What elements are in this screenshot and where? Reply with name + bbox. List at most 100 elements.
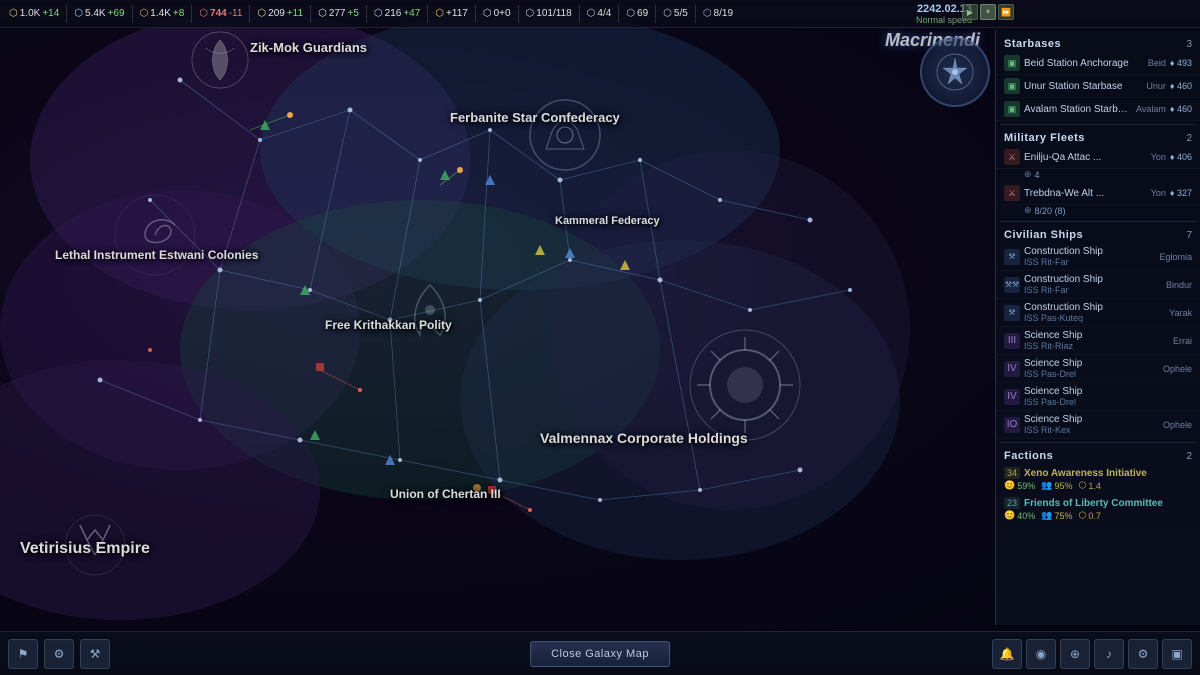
flag-button[interactable]: ⚑: [8, 639, 38, 669]
energy-delta: +14: [42, 8, 59, 19]
starbase-row-beid[interactable]: ▣ Beid Station Anchorage Beid ♦ 493: [996, 52, 1200, 75]
resource-unity: ⬡ 216 +47: [369, 8, 425, 19]
fast-forward-button[interactable]: ⏩: [998, 4, 1014, 20]
fleet-row-enilju[interactable]: ⚔ Enilju-Qa Attac ... Yon ♦ 406: [996, 146, 1200, 169]
unity-delta: +47: [403, 8, 420, 19]
resource-fleets: ⬡ 69: [621, 8, 653, 19]
fleet-value-trebdna: ♦ 327: [1170, 188, 1192, 198]
faction-approval-xeno: 😊59%: [1004, 480, 1035, 491]
construction-ship-name-2: ISS Rit-Far: [1024, 285, 1162, 295]
empire-label-valmennax: Valmennax Corporate Holdings: [540, 430, 748, 446]
construction-ship-name-3: ISS Pas-Kuteq: [1024, 313, 1165, 323]
consumer-value: 209: [268, 8, 285, 19]
fleet-sub-icon-enilju: ⊕: [1024, 169, 1032, 180]
bottom-left-icons: ⚑ ⚙ ⚒: [8, 639, 110, 669]
play-button[interactable]: ▶: [962, 4, 978, 20]
science-ship-name-2: ISS Pas-Drel: [1024, 369, 1159, 379]
close-galaxy-map-button[interactable]: Close Galaxy Map: [530, 641, 670, 667]
outliner-panel: Starbases 3 ▣ Beid Station Anchorage Bei…: [995, 30, 1200, 625]
ship-row-science-4[interactable]: IO Science Ship ISS Rit-Kex Ophele: [996, 411, 1200, 439]
civilian-ships-count: 7: [1186, 230, 1192, 241]
starbase-value-avalam: ♦ 460: [1170, 104, 1192, 114]
starbases-title: Starbases: [1004, 38, 1061, 50]
ship-row-construction-1[interactable]: ⚒ Construction Ship ISS Rit-Far Eglomia: [996, 243, 1200, 271]
faction-row-liberty[interactable]: 23 Friends of Liberty Committee 😊40% 👥75…: [996, 494, 1200, 524]
empire-logo[interactable]: [920, 37, 990, 107]
settings-button[interactable]: ⚙: [1128, 639, 1158, 669]
bottom-bar: ⚑ ⚙ ⚒ Close Galaxy Map 🔔 ◉ ⊕ ♪ ⚙ ▣: [0, 631, 1200, 675]
empire-label-ferbanite: Ferbanite Star Confederacy: [450, 110, 620, 125]
ships-value: 8/19: [714, 8, 733, 19]
fleet-row-trebdna[interactable]: ⚔ Trebdna-We Alt ... Yon ♦ 327: [996, 182, 1200, 205]
fleet-count-trebdna: 8/20 (8): [1035, 206, 1066, 216]
empire-label-kammeral: Kammeral Federacy: [555, 215, 660, 227]
empire-label-free: Free Krithakkan Polity: [325, 318, 452, 332]
fleet-icon-trebdna: ⚔: [1004, 185, 1020, 201]
science-ship-icon-3: IV: [1004, 389, 1020, 405]
music-button[interactable]: ♪: [1094, 639, 1124, 669]
ship-row-science-1[interactable]: III Science Ship ISS Rit-Riaz Errai: [996, 327, 1200, 355]
faction-stats-xeno: 😊59% 👥95% ⬡1.4: [1004, 480, 1192, 491]
construction-ship-icon-1: ⚒: [1004, 249, 1020, 265]
science-ship-type-4: Science Ship: [1024, 414, 1159, 425]
military-fleets-section-header[interactable]: Military Fleets 2: [996, 128, 1200, 146]
faction-approval-liberty: 😊40%: [1004, 510, 1035, 521]
empire-label-union: Union of Chertan III: [390, 487, 501, 501]
ship-row-science-3[interactable]: IV Science Ship ISS Pas-Drel: [996, 383, 1200, 411]
resource-consumer: ⬡ 209 +11: [252, 8, 308, 19]
build-button[interactable]: ⚒: [80, 639, 110, 669]
factions-section-header[interactable]: Factions 2: [996, 446, 1200, 464]
fleet-sub-trebdna: ⊕ 8/20 (8): [996, 205, 1200, 218]
fleet-location-enilju: Yon: [1151, 152, 1166, 162]
science-ship-icon-1: III: [1004, 333, 1020, 349]
military-fleets-count: 2: [1186, 133, 1192, 144]
resource-minerals: ⬡ 5.4K +69: [69, 8, 129, 19]
starbase-row-avalam[interactable]: ▣ Avalam Station Starbase Avalam ♦ 460: [996, 98, 1200, 121]
ship-row-construction-2[interactable]: ⚒⚒ Construction Ship ISS Rit-Far Bindur: [996, 271, 1200, 299]
civilian-ships-section-header[interactable]: Civilian Ships 7: [996, 225, 1200, 243]
food-delta: +8: [173, 8, 184, 19]
menu-button[interactable]: ▣: [1162, 639, 1192, 669]
civilian-ships-title: Civilian Ships: [1004, 229, 1083, 241]
starbase-row-unur[interactable]: ▣ Unur Station Starbase Unur ♦ 460: [996, 75, 1200, 98]
starbase-icon-beid: ▣: [1004, 55, 1020, 71]
map-mode-button[interactable]: ⊕: [1060, 639, 1090, 669]
fleet-value-enilju: ♦ 406: [1170, 152, 1192, 162]
notifications-button[interactable]: 🔔: [992, 639, 1022, 669]
starbase-icon-unur: ▣: [1004, 78, 1020, 94]
resource-bar: ⬡ 1.0K +14 ⬡ 5.4K +69 ⬡ 1.4K +8 ⬡ 744 -1…: [0, 0, 1200, 28]
faction-stats-liberty: 😊40% 👥75% ⬡0.7: [1004, 510, 1192, 521]
starbase-name-avalam: Avalam Station Starbase: [1024, 104, 1132, 115]
pause-button[interactable]: ⏸: [980, 4, 996, 20]
fleet-name-trebdna: Trebdna-We Alt ...: [1024, 188, 1147, 199]
science-ship-name-3: ISS Pas-Drel: [1024, 397, 1188, 407]
faction-size-liberty: 👥75%: [1041, 510, 1072, 521]
factions-count: 2: [1186, 451, 1192, 462]
empire-logo-area: [915, 32, 995, 112]
starbase-icon-avalam: ▣: [1004, 101, 1020, 117]
construction-ship-icon-2: ⚒⚒: [1004, 277, 1020, 293]
empire-label-zik-mok: Zik-Mok Guardians: [250, 40, 367, 55]
resource-energy: ⬡ 1.0K +14: [4, 8, 64, 19]
faction-influence-liberty: ⬡0.7: [1078, 510, 1100, 521]
fleets-value: 69: [637, 8, 648, 19]
resource-colonies: ⬡ 4/4: [582, 8, 617, 19]
faction-row-xeno[interactable]: 34 Xeno Awareness Initiative 😊59% 👥95% ⬡…: [996, 464, 1200, 494]
ship-row-construction-3[interactable]: ⚒ Construction Ship ISS Pas-Kuteq Yarak: [996, 299, 1200, 327]
amenities-value: 0+0: [494, 8, 511, 19]
resource-ships: ⬡ 8/19: [698, 8, 738, 19]
resource-amenities: ⬡ 0+0: [478, 8, 516, 19]
starbases-section-header[interactable]: Starbases 3: [996, 34, 1200, 52]
fleet-sub-icon-trebdna: ⊕: [1024, 205, 1032, 216]
ship-row-science-2[interactable]: IV Science Ship ISS Pas-Drel Ophele: [996, 355, 1200, 383]
consumer-delta: +11: [287, 8, 303, 19]
minerals-value: 5.4K: [85, 8, 106, 19]
starbase-value-unur: ♦ 460: [1170, 81, 1192, 91]
faction-influence-xeno: ⬡1.4: [1078, 480, 1100, 491]
unity-value: 216: [385, 8, 402, 19]
construction-ship-location-3: Yarak: [1169, 308, 1192, 318]
starbase-location-avalam: Avalam: [1136, 104, 1166, 114]
camera-button[interactable]: ◉: [1026, 639, 1056, 669]
science-ship-location-4: Ophele: [1163, 420, 1192, 430]
tech-button[interactable]: ⚙: [44, 639, 74, 669]
